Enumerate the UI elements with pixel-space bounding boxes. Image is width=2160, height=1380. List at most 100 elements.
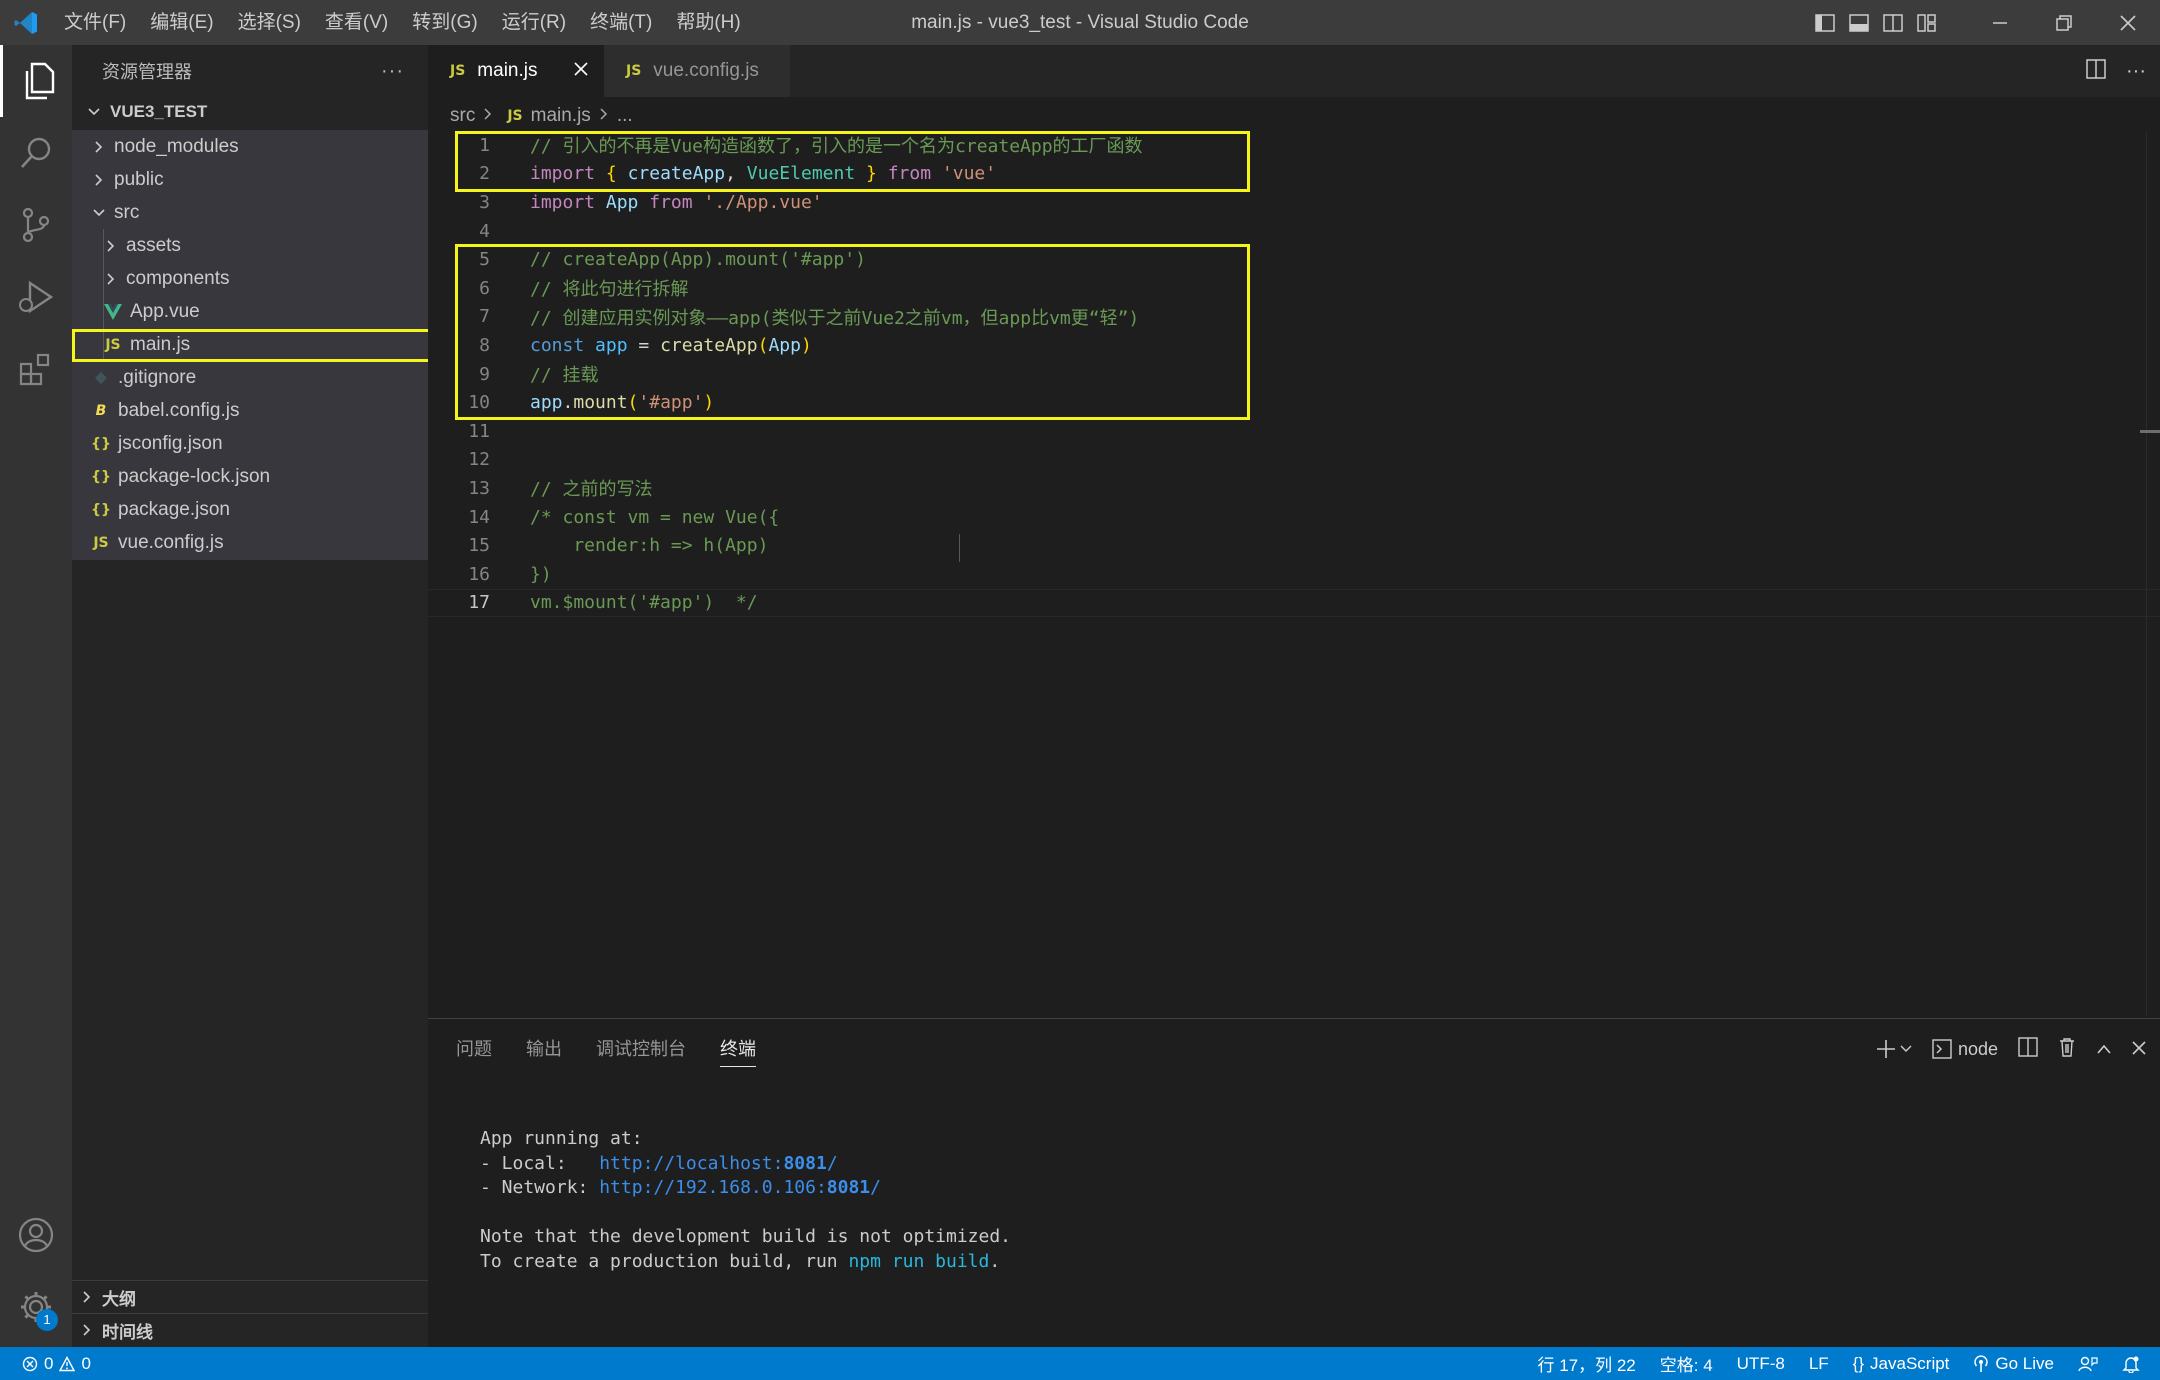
- timeline-section[interactable]: 时间线: [72, 1313, 428, 1346]
- tree-file[interactable]: {} package-lock.json: [72, 460, 428, 493]
- code-token: /* const vm = new Vue({: [530, 506, 780, 528]
- terminal-selector[interactable]: node: [1932, 1039, 1998, 1060]
- split-terminal-icon[interactable]: [2018, 1036, 2038, 1062]
- tree-folder[interactable]: components: [72, 262, 428, 295]
- close-tab-icon[interactable]: [574, 60, 588, 82]
- restore-icon[interactable]: [2032, 0, 2096, 45]
- new-terminal-icon[interactable]: [1876, 1039, 1912, 1059]
- terminal-text: - Network:: [480, 1177, 600, 1198]
- tree-file[interactable]: {} package.json: [72, 493, 428, 526]
- code-line[interactable]: 9 // 挂载: [428, 360, 2160, 389]
- code-line[interactable]: 16}): [428, 560, 2160, 589]
- menu-item[interactable]: 终端(T): [578, 0, 664, 45]
- chevron-down-icon: [90, 208, 108, 218]
- close-window-icon[interactable]: [2096, 0, 2160, 45]
- tab-label: vue.config.js: [653, 60, 759, 81]
- terminal-link[interactable]: 8081: [783, 1153, 826, 1174]
- code-line[interactable]: 15 render:h => h(App): [428, 531, 2160, 560]
- code-line[interactable]: 7 // 创建应用实例对象——app(类似于之前Vue2之前vm，但app比vm更…: [428, 303, 2160, 332]
- code-line[interactable]: 3 import App from './App.vue': [428, 188, 2160, 217]
- breadcrumb-file[interactable]: main.js: [531, 105, 591, 127]
- problems-status[interactable]: 0 0: [22, 1354, 91, 1374]
- menu-item[interactable]: 查看(V): [313, 0, 400, 45]
- maximize-panel-chevron-up-icon[interactable]: [2096, 1039, 2112, 1060]
- tab-problems[interactable]: 问题: [456, 1031, 492, 1067]
- tree-file[interactable]: {} jsconfig.json: [72, 427, 428, 460]
- workspace-folder[interactable]: VUE3_TEST: [72, 97, 428, 127]
- menu-item[interactable]: 转到(G): [400, 0, 489, 45]
- code-line[interactable]: 8 const app = createApp(App): [428, 331, 2160, 360]
- breadcrumb-symbol[interactable]: ...: [617, 105, 633, 127]
- split-editor-icon[interactable]: [2086, 58, 2106, 84]
- language-mode[interactable]: {} JavaScript: [1853, 1354, 1950, 1374]
- code-line[interactable]: 11: [428, 417, 2160, 446]
- notifications-bell-icon[interactable]: [2122, 1355, 2140, 1373]
- tab-debug-console[interactable]: 调试控制台: [596, 1031, 686, 1067]
- tree-file[interactable]: App.vue: [72, 295, 428, 328]
- go-live-button[interactable]: Go Live: [1973, 1354, 2054, 1374]
- tree-folder[interactable]: public: [72, 163, 428, 196]
- tab-output[interactable]: 输出: [526, 1031, 562, 1067]
- feedback-icon[interactable]: [2078, 1355, 2098, 1373]
- source-control-icon[interactable]: [0, 189, 72, 261]
- customize-layout-icon[interactable]: [1910, 0, 1944, 45]
- tree-item-label: babel.config.js: [118, 399, 240, 421]
- editor-more-actions-icon[interactable]: ···: [2126, 60, 2146, 83]
- terminal-link[interactable]: /: [827, 1153, 838, 1174]
- terminal-link[interactable]: http://localhost:: [599, 1153, 783, 1174]
- manage-gear-icon[interactable]: 1: [0, 1271, 72, 1343]
- end-of-line[interactable]: LF: [1809, 1354, 1829, 1374]
- close-panel-icon[interactable]: [2132, 1039, 2146, 1060]
- code-line[interactable]: 12: [428, 446, 2160, 475]
- explorer-icon[interactable]: [0, 45, 72, 117]
- menu-item[interactable]: 文件(F): [52, 0, 138, 45]
- toggle-secondary-sidebar-icon[interactable]: [1876, 0, 1910, 45]
- toggle-panel-icon[interactable]: [1842, 0, 1876, 45]
- terminal-text: .: [989, 1250, 1001, 1272]
- menu-item[interactable]: 编辑(E): [138, 0, 225, 45]
- indentation[interactable]: 空格: 4: [1660, 1351, 1713, 1376]
- toggle-primary-sidebar-icon[interactable]: [1808, 0, 1842, 45]
- code-line[interactable]: 17 vm.$mount('#app') */: [428, 588, 2160, 618]
- accounts-icon[interactable]: [0, 1199, 72, 1271]
- breadcrumb-folder[interactable]: src: [450, 105, 475, 127]
- more-actions-icon[interactable]: ···: [381, 60, 404, 83]
- extensions-icon[interactable]: [0, 333, 72, 405]
- tab-terminal[interactable]: 终端: [720, 1031, 756, 1067]
- search-icon[interactable]: [0, 117, 72, 189]
- outline-section[interactable]: 大纲: [72, 1280, 428, 1313]
- run-debug-icon[interactable]: [0, 261, 72, 333]
- code-line[interactable]: 13 // 之前的写法: [428, 474, 2160, 503]
- tree-folder[interactable]: node_modules: [72, 130, 428, 163]
- terminal-link[interactable]: /: [870, 1177, 881, 1198]
- encoding[interactable]: UTF-8: [1737, 1354, 1785, 1374]
- code-token: 'vue': [941, 163, 997, 185]
- tree-file[interactable]: JS main.js: [72, 328, 428, 361]
- code-line[interactable]: 4: [428, 217, 2160, 246]
- code-line[interactable]: 10 app.mount('#app'): [428, 388, 2160, 417]
- menu-item[interactable]: 运行(R): [490, 0, 578, 45]
- terminal-link[interactable]: http://192.168.0.106:: [599, 1177, 827, 1198]
- braces-icon: {}: [1852, 1353, 1865, 1373]
- tree-file[interactable]: Bbabel.config.js: [72, 394, 428, 427]
- code-line[interactable]: 6 // 将此句进行拆解: [428, 274, 2160, 303]
- tree-file[interactable]: JS vue.config.js: [72, 526, 428, 559]
- terminal-output[interactable]: App running at: - Local: http://localhost…: [480, 1127, 1011, 1274]
- kill-terminal-trash-icon[interactable]: [2058, 1037, 2076, 1062]
- minimize-icon[interactable]: [1968, 0, 2032, 45]
- tab-vue-config-js[interactable]: JS vue.config.js: [604, 45, 790, 97]
- cursor-position[interactable]: 行 17，列 22: [1537, 1351, 1635, 1376]
- tree-folder[interactable]: src: [72, 196, 428, 229]
- code-line[interactable]: 1 // 引入的不再是Vue构造函数了，引入的是一个名为createApp的工厂函…: [428, 131, 2160, 160]
- code-line[interactable]: 2 import { createApp, VueElement } from '…: [428, 160, 2160, 189]
- menu-item[interactable]: 选择(S): [226, 0, 313, 45]
- menu-item[interactable]: 帮助(H): [664, 0, 752, 45]
- code-line[interactable]: 14 /* const vm = new Vue({: [428, 503, 2160, 532]
- tab-main-js[interactable]: JS main.js: [428, 45, 604, 97]
- terminal-link[interactable]: 8081: [827, 1177, 870, 1198]
- tree-folder[interactable]: assets: [72, 229, 428, 262]
- code-line[interactable]: 5 // createApp(App).mount('#app'): [428, 245, 2160, 274]
- vertical-scrollbar[interactable]: [2146, 131, 2160, 1016]
- tree-file[interactable]: .gitignore: [72, 361, 428, 394]
